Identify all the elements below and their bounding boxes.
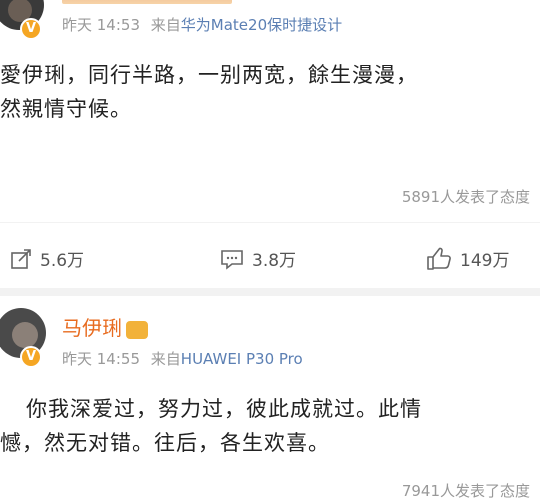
post-body: 愛伊琍，同行半路，一别两宽，餘生漫漫， 然親情守候。 [0,58,418,126]
author-name[interactable]: 马伊琍 [62,312,148,341]
post-body-line: 然親情守候。 [0,97,132,121]
post-time: 昨天 14:53 [62,16,140,34]
comment-button[interactable]: 3.8万 [220,246,296,271]
like-count: 149万 [460,251,510,271]
post-body-line: 你我深爱过，努力过，彼此成就过。此情 [26,397,422,421]
post-time: 昨天 14:55 [62,350,140,368]
section-divider [0,288,540,296]
divider [0,222,540,223]
author-name-cropped[interactable] [62,0,232,4]
post-body-line: 愛伊琍，同行半路，一别两宽，餘生漫漫， [0,63,418,87]
post-meta: 昨天 14:53 来自华为Mate20保时捷设计 [62,14,342,35]
comment-icon [221,249,243,270]
post-body-line: 憾，然无对错。往后，各生欢喜。 [0,431,330,455]
repost-count: 5.6万 [40,251,85,271]
author-name-text: 马伊琍 [62,316,122,340]
post-body: 你我深爱过，努力过，彼此成就过。此情 憾，然无对错。往后，各生欢喜。 [0,392,422,460]
like-icon [427,247,451,270]
like-button[interactable]: 149万 [426,246,509,271]
crown-icon [126,320,148,339]
attitude-count[interactable]: 7941人发表了态度 [402,480,530,501]
post-meta: 昨天 14:55 来自HUAWEI P30 Pro [62,348,303,369]
attitude-count[interactable]: 5891人发表了态度 [402,186,530,207]
post-source-link[interactable]: 华为Mate20保时捷设计 [181,16,342,34]
repost-icon [11,248,31,269]
repost-button[interactable]: 5.6万 [10,246,84,271]
verified-badge-icon: V [20,346,42,368]
source-prefix: 来自 [150,350,181,368]
comment-count: 3.8万 [252,251,297,271]
post-source-link[interactable]: HUAWEI P30 Pro [181,350,303,368]
source-prefix: 来自 [150,16,181,34]
verified-badge-icon: V [20,18,42,40]
